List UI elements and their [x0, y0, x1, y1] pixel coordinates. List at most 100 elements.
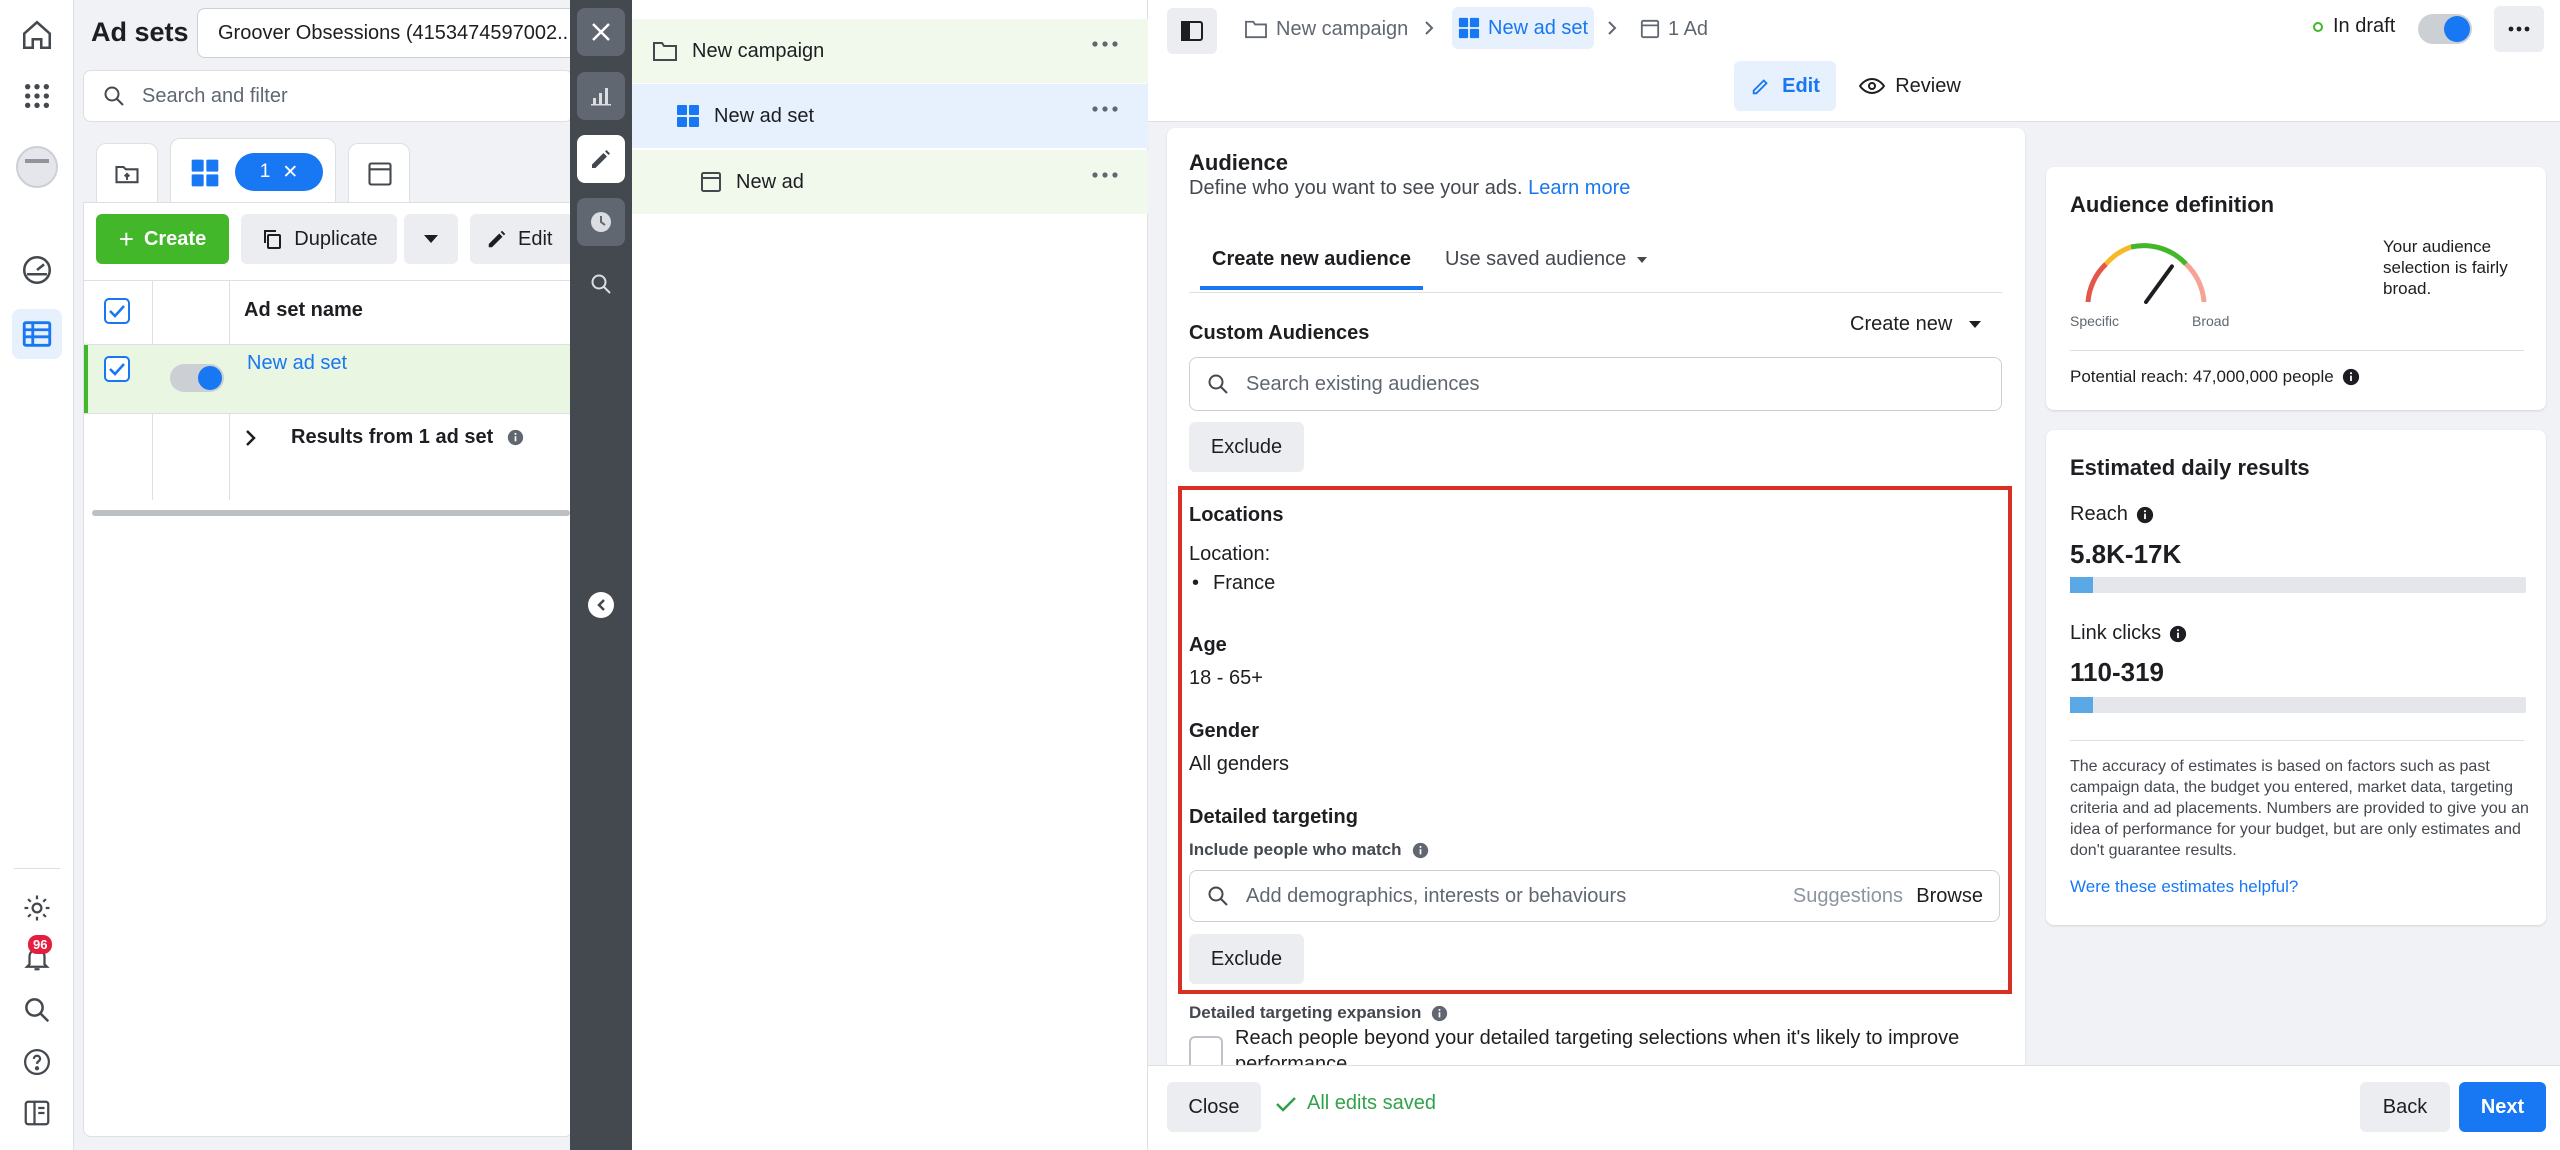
- custom-audience-search-input[interactable]: Search existing audiences: [1189, 357, 2002, 411]
- row-checkbox[interactable]: [104, 356, 130, 382]
- locations-label: Locations: [1189, 504, 1284, 526]
- detailed-targeting-input[interactable]: Add demographics, interests or behaviour…: [1189, 870, 2000, 922]
- more-options-icon[interactable]: [1092, 172, 1118, 178]
- tab-campaigns[interactable]: [96, 143, 158, 203]
- suggestions-button[interactable]: Suggestions: [1793, 885, 1903, 908]
- tab-create-new-audience[interactable]: Create new audience: [1200, 248, 1423, 290]
- results-label: Results from 1 ad set: [291, 426, 494, 448]
- duplicate-dropdown-button[interactable]: [404, 214, 458, 264]
- reach-bar-fill: [2070, 577, 2093, 593]
- adset-name-link[interactable]: New ad set: [247, 352, 347, 375]
- caret-down-icon: [424, 235, 438, 243]
- gauge-broad-label: Broad: [2192, 313, 2230, 329]
- status-label: In draft: [2333, 15, 2396, 37]
- edit-button[interactable]: Edit: [470, 214, 570, 264]
- audience-definition-title: Audience definition: [2070, 192, 2275, 217]
- column-header-adset-name[interactable]: Ad set name: [244, 299, 363, 322]
- gender-label: Gender: [1189, 720, 1260, 742]
- breadcrumb-campaign[interactable]: New campaign: [1244, 13, 1408, 45]
- reach-bar: [2070, 577, 2526, 593]
- tab-edit[interactable]: Edit: [1734, 61, 1836, 111]
- browse-button[interactable]: Browse: [1916, 885, 1983, 908]
- toggle-sidebar-button[interactable]: [1167, 8, 1217, 54]
- bar-chart-icon: [591, 88, 611, 106]
- sidebar-panel-icon: [1181, 21, 1203, 41]
- audience-size-gauge: [2085, 243, 2207, 304]
- info-icon[interactable]: [2342, 368, 2360, 386]
- results-summary-row[interactable]: Results from 1 ad set: [245, 426, 524, 449]
- adset-grid-icon: [1458, 17, 1480, 39]
- tab-ads[interactable]: [348, 143, 410, 203]
- close-icon: [592, 23, 610, 41]
- info-icon[interactable]: [2169, 625, 2187, 643]
- search-filter-placeholder: Search and filter: [142, 84, 288, 107]
- draft-toggle[interactable]: [2418, 14, 2472, 44]
- close-editor-button[interactable]: [577, 8, 625, 56]
- exclude-custom-audience-button[interactable]: Exclude: [1189, 422, 1304, 472]
- more-options-icon[interactable]: [1092, 106, 1118, 112]
- create-button[interactable]: + Create: [96, 214, 229, 264]
- apps-grid-icon[interactable]: [12, 71, 62, 121]
- row-toggle[interactable]: [170, 364, 224, 392]
- report-panel-icon[interactable]: [12, 1088, 62, 1138]
- breadcrumb-adset[interactable]: New ad set: [1452, 7, 1595, 49]
- next-button[interactable]: Next: [2459, 1082, 2546, 1132]
- checkmark-icon: [1276, 1096, 1296, 1112]
- rail-divider: [14, 868, 60, 869]
- ad-page-icon: [1640, 19, 1660, 39]
- charts-button[interactable]: [577, 72, 625, 120]
- info-icon[interactable]: [1412, 842, 1429, 859]
- duplicate-button[interactable]: Duplicate: [241, 214, 397, 264]
- estimates-feedback-link[interactable]: Were these estimates helpful?: [2070, 877, 2298, 897]
- select-all-checkbox[interactable]: [104, 298, 130, 324]
- learn-more-link[interactable]: Learn more: [1528, 177, 1630, 199]
- pencil-icon: [1752, 79, 1768, 95]
- tree-item-adset[interactable]: New ad set: [632, 84, 1148, 148]
- exclude-detailed-targeting-button[interactable]: Exclude: [1189, 934, 1304, 984]
- card-divider: [2070, 740, 2524, 741]
- back-button[interactable]: Back: [2360, 1082, 2450, 1132]
- tree-item-campaign[interactable]: New campaign: [632, 19, 1148, 83]
- estimates-disclaimer: The accuracy of estimates is based on fa…: [2070, 758, 2529, 859]
- folder-icon: [115, 165, 139, 184]
- horizontal-scrollbar[interactable]: [92, 510, 570, 516]
- help-icon[interactable]: [12, 1037, 62, 1087]
- history-button[interactable]: [577, 198, 625, 246]
- caret-down-icon: [1969, 321, 1982, 328]
- tab-review[interactable]: Review: [1850, 61, 1970, 111]
- clear-selection-icon[interactable]: ✕: [282, 161, 298, 184]
- edit-pencil-button[interactable]: [577, 135, 625, 183]
- tab-adsets[interactable]: 1 ✕: [170, 138, 336, 204]
- search-icon[interactable]: [12, 985, 62, 1035]
- clock-icon: [591, 212, 611, 232]
- info-icon[interactable]: [2136, 506, 2154, 524]
- link-clicks-label: Link clicks: [2070, 622, 2187, 645]
- create-new-dropdown[interactable]: Create new: [1850, 313, 1982, 336]
- settings-gear-icon[interactable]: [12, 883, 62, 933]
- account-selector[interactable]: Groover Obsessions (4153474597002...: [197, 8, 577, 58]
- tab-use-saved-audience[interactable]: Use saved audience: [1445, 248, 1648, 271]
- info-icon[interactable]: [1431, 1005, 1448, 1022]
- magnify-chart-icon: [591, 274, 611, 294]
- breadcrumb-ad[interactable]: 1 Ad: [1640, 13, 1708, 45]
- search-insights-button[interactable]: [577, 260, 625, 308]
- search-filter-input[interactable]: Search and filter: [83, 70, 573, 122]
- more-actions-button[interactable]: [2494, 6, 2544, 52]
- structure-tree: New campaign New ad set New ad: [632, 0, 1148, 1150]
- close-button[interactable]: Close: [1167, 1082, 1261, 1132]
- more-options-icon[interactable]: [1092, 41, 1118, 47]
- ads-manager-table-icon[interactable]: [12, 309, 62, 359]
- account-avatar[interactable]: [12, 142, 62, 192]
- audience-description: Define who you want to see your ads. Lea…: [1189, 177, 1631, 199]
- info-icon[interactable]: [507, 429, 524, 446]
- collapse-panel-button[interactable]: [588, 592, 614, 618]
- tree-item-ad[interactable]: New ad: [632, 150, 1148, 214]
- selected-count-chip[interactable]: 1 ✕: [235, 153, 323, 191]
- chevron-left-icon: [597, 599, 605, 611]
- dashboard-gauge-icon[interactable]: [12, 245, 62, 295]
- reach-value: 5.8K-17K: [2070, 539, 2182, 569]
- chevron-right-icon: [246, 429, 256, 446]
- folder-icon: [1245, 20, 1267, 39]
- home-icon[interactable]: [12, 10, 62, 60]
- save-status: All edits saved: [1275, 1092, 1436, 1115]
